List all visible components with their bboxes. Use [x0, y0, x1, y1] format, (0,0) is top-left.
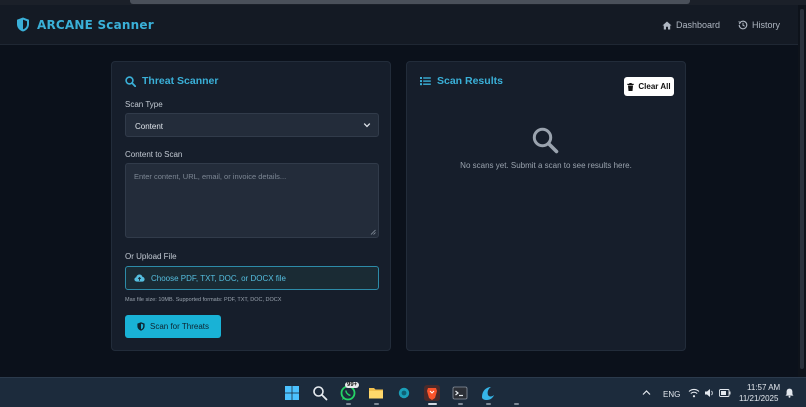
- wave-running-indicator: [486, 403, 491, 405]
- app-title: ARCANE Scanner: [37, 17, 154, 32]
- scan-type-value: Content: [135, 122, 164, 131]
- scan-results-title: Scan Results: [437, 75, 503, 87]
- windows-start-icon[interactable]: [284, 385, 300, 401]
- brave-browser-icon[interactable]: [424, 385, 440, 401]
- shield-icon: [17, 17, 29, 32]
- content-textarea[interactable]: Enter content, URL, email, or invoice de…: [125, 163, 379, 238]
- content-label: Content to Scan: [125, 150, 183, 159]
- wifi-icon[interactable]: [688, 388, 700, 398]
- threat-scanner-card: Threat Scanner Scan Type Content Content…: [111, 61, 391, 351]
- file-upload-label: Choose PDF, TXT, DOC, or DOCX file: [151, 273, 286, 283]
- windows-taskbar: 99+ ENG 11:57 AM 11/21/2025: [0, 377, 806, 407]
- scan-type-label: Scan Type: [125, 100, 163, 109]
- clock-date[interactable]: 11/21/2025: [739, 394, 778, 403]
- nav-dashboard-label: Dashboard: [676, 20, 721, 30]
- upload-label: Or Upload File: [125, 252, 177, 261]
- empty-results-message: No scans yet. Submit a scan to see resul…: [460, 161, 632, 170]
- brave-active-indicator: [428, 403, 437, 405]
- wave-app-icon[interactable]: [480, 385, 496, 401]
- whatsapp-running-indicator: [346, 403, 351, 405]
- brand[interactable]: ARCANE Scanner: [16, 17, 154, 32]
- list-icon: [420, 77, 431, 86]
- terminal-running-indicator: [458, 403, 463, 405]
- nav-history-label: History: [752, 20, 781, 30]
- chevron-up-icon[interactable]: [642, 389, 651, 396]
- language-indicator[interactable]: ENG: [663, 390, 680, 399]
- taskbar-search-icon[interactable]: [312, 385, 328, 401]
- content-placeholder: Enter content, URL, email, or invoice de…: [134, 172, 287, 181]
- trash-icon: [627, 82, 635, 91]
- battery-icon[interactable]: [719, 389, 731, 397]
- file-upload-button[interactable]: Choose PDF, TXT, DOC, or DOCX file: [125, 266, 379, 290]
- page-scrollbar[interactable]: [798, 5, 806, 377]
- nav-history-link[interactable]: History: [738, 20, 780, 30]
- upload-hint: Max file size: 10MB. Supported formats: …: [125, 297, 282, 303]
- nav-dashboard-link[interactable]: Dashboard: [662, 20, 720, 30]
- explorer-running-indicator: [374, 403, 379, 405]
- scrollbar-thumb[interactable]: [800, 9, 804, 369]
- search-icon: [532, 127, 559, 154]
- scan-for-threats-button[interactable]: Scan for Threats: [125, 315, 221, 338]
- file-explorer-icon[interactable]: [368, 385, 384, 401]
- cloud-upload-icon: [134, 274, 145, 282]
- clear-all-label: Clear All: [638, 82, 671, 91]
- threat-scanner-title: Threat Scanner: [142, 75, 219, 87]
- speaker-icon[interactable]: [704, 388, 715, 398]
- notification-bell-icon[interactable]: [785, 388, 794, 398]
- threat-scanner-heading: Threat Scanner: [125, 75, 218, 87]
- scan-type-select[interactable]: Content: [125, 113, 379, 137]
- search-icon: [125, 75, 136, 87]
- terminal-icon[interactable]: [452, 385, 468, 401]
- home-icon: [662, 21, 672, 29]
- chevron-down-icon: [363, 123, 371, 128]
- browser-tab-bar: [130, 0, 690, 4]
- resize-grip-icon[interactable]: [370, 229, 376, 235]
- history-icon: [738, 20, 748, 30]
- shield-icon: [137, 322, 145, 331]
- clock-time[interactable]: 11:57 AM: [747, 383, 780, 392]
- clear-all-button[interactable]: Clear All: [624, 77, 674, 96]
- scan-button-label: Scan for Threats: [150, 322, 209, 331]
- whatsapp-badge: 99+: [345, 382, 360, 388]
- app-running-indicator: [514, 403, 519, 405]
- navbar: ARCANE Scanner Dashboard History: [0, 5, 798, 45]
- settings-gear-icon[interactable]: [396, 385, 412, 401]
- scan-results-card: Scan Results Clear All No scans yet. Sub…: [406, 61, 686, 351]
- scan-results-heading: Scan Results: [420, 75, 503, 87]
